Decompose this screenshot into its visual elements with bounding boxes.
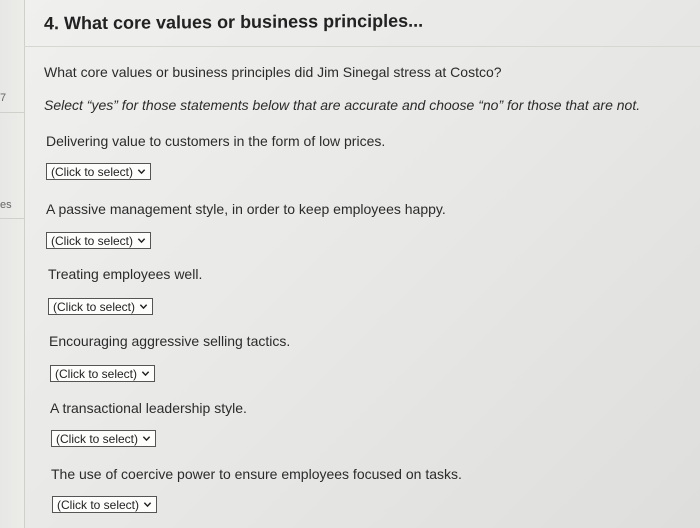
left-sidebar-edge: 7 es <box>0 0 25 528</box>
chevron-down-icon <box>141 371 150 377</box>
chevron-down-icon <box>137 238 146 244</box>
sidebar-divider <box>0 218 24 219</box>
select-label: (Click to select) <box>57 497 140 512</box>
answer-select-2[interactable]: (Click to select) <box>46 232 152 249</box>
chevron-down-icon <box>137 169 146 175</box>
statement-1: Delivering value to customers in the for… <box>46 133 386 149</box>
answer-select-1[interactable]: (Click to select) <box>46 163 152 180</box>
select-label: (Click to select) <box>53 299 136 314</box>
statement-4: Encouraging aggressive selling tactics. <box>49 333 291 349</box>
answer-select-3[interactable]: (Click to select) <box>48 298 154 315</box>
select-label: (Click to select) <box>56 431 139 446</box>
chevron-down-icon <box>143 502 152 508</box>
select-label: (Click to select) <box>51 233 134 248</box>
question-panel: 4. What core values or business principl… <box>24 0 700 528</box>
answer-select-5[interactable]: (Click to select) <box>51 430 157 447</box>
chevron-down-icon <box>142 436 151 442</box>
answer-select-6[interactable]: (Click to select) <box>52 496 158 513</box>
instructions: Select “yes” for those statements below … <box>44 97 641 113</box>
sidebar-fragment-text: es <box>0 199 12 211</box>
sidebar-divider <box>0 112 24 113</box>
answer-select-4[interactable]: (Click to select) <box>50 365 156 382</box>
chevron-down-icon <box>139 304 148 310</box>
question-text: What core values or business principles … <box>44 64 502 80</box>
statement-5: A transactional leadership style. <box>50 400 247 416</box>
statement-2: A passive management style, in order to … <box>46 201 446 217</box>
select-label: (Click to select) <box>51 164 134 179</box>
question-title: 4. What core values or business principl… <box>44 10 424 34</box>
title-divider <box>24 46 700 47</box>
statement-3: Treating employees well. <box>48 266 203 282</box>
statement-6: The use of coercive power to ensure empl… <box>51 466 462 482</box>
select-label: (Click to select) <box>55 366 138 381</box>
sidebar-fragment-number: 7 <box>0 92 7 104</box>
